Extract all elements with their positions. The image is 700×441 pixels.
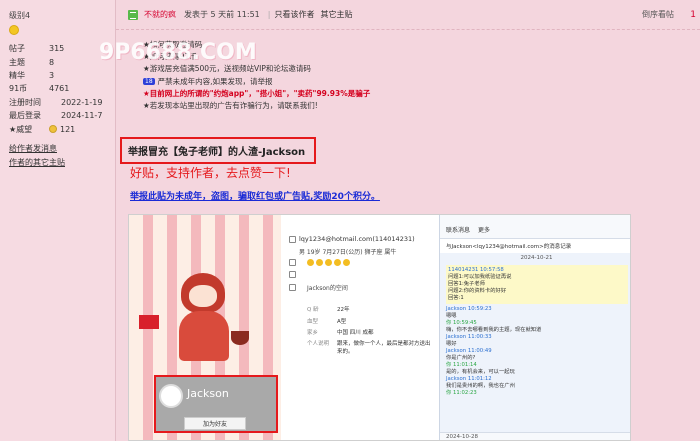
chat-title: 与Jackson<lqy1234@hotmail.com>的消息记录 [440,239,630,253]
user-icon [289,236,296,243]
tab-messages[interactable]: 联系消息 [446,225,470,234]
post-icon [128,9,138,20]
badge-icon [289,259,296,266]
message-text: 我们是贵州的啊，我也在广州 [446,383,515,389]
age-18-badge: 18 [143,77,155,85]
add-friend-button[interactable]: 加为好友 [184,417,246,430]
bowl-icon [231,331,249,345]
message-author-link[interactable]: 给作者发消息 [9,143,57,154]
other-posts-link[interactable]: 其它主贴 [320,9,352,20]
message-sender: Jackson 11:01:12 [446,376,492,382]
message-text: 是的，有机会来，可以一起玩 [446,369,515,375]
message-sender: 你 11:01:14 [446,362,477,368]
profile-cover-image: Jackson 加为好友 [129,215,281,440]
post-image: Jackson 加为好友 lqy1234@hotmail.com(1140142… [128,214,631,441]
level-icons [307,259,352,266]
notice-item: 18 严禁未成年内容,如果发现，请举报 [143,76,273,86]
message-text: 你是广州的? [446,355,476,361]
chat-date: 2024-10-21 [520,255,553,261]
user-level: 级别4 [9,11,31,20]
photo-icon [289,271,296,278]
message-text: 嗨，你不去哪看到我的主题，现在就知道 [446,327,542,333]
reverse-order-link[interactable]: 倒序看帖 [642,9,674,20]
sun-icon [307,259,314,266]
chat-messages: 114014231 10:57:58 问题1:可以加我纸验证再说 回答1:兔子老… [446,265,628,397]
site-watermark: 9P6688.COM [99,40,257,65]
user-stats: 帖子 315 主题 8 精华 3 91币 4761 注册时间 2022-1-19… [9,42,113,136]
message-text: 嗯嗯 [446,313,457,319]
stat-prestige: ★威望 121 [9,124,76,134]
thread-title: 举报冒充【兔子老师】的人渣-Jackson [120,137,316,164]
stat-posts: 帖子 315 [9,44,65,54]
moon-icon [325,259,332,266]
star-icon [343,259,350,266]
coin-icon [49,125,57,134]
red-envelope-icon [139,315,159,329]
profile-name: Jackson [187,387,229,400]
separator: | [267,10,271,19]
stat-coins: 91币 4761 [9,84,70,94]
post-header: 不就的疯 发表于 5 天前 11:51 | 只看该作者 其它主贴 倒序看帖 1 [116,0,700,30]
profile-basic-info: 男 19岁 7月27日(公历) 狮子座 属牛 [299,249,397,256]
author-other-posts-link[interactable]: 作者的其它主贴 [9,157,65,168]
notice-item: ★若发现本站里出现的广告有诈骗行为，请联系我们! [143,101,318,111]
smile-icon [9,25,19,35]
support-author-text[interactable]: 好贴，支持作者，去点赞一下! [130,164,291,181]
user-info-column: 级别4 帖子 315 主题 8 精华 3 91币 4761 注册时间 2022-… [0,0,116,441]
stat-last-login: 最后登录 2024-11-7 [9,111,103,121]
floor-number: 1 [690,9,696,20]
avatar [159,384,183,408]
stat-digest: 精华 3 [9,70,55,80]
space-icon [289,284,296,291]
message-sender: Jackson 11:00:49 [446,348,492,354]
tab-more[interactable]: 更多 [478,225,490,234]
message-sender: 你 10:59:45 [446,320,477,326]
stat-registered: 注册时间 2022-1-19 [9,97,103,107]
chat-history-panel: 联系消息 更多 与Jackson<lqy1234@hotmail.com>的消息… [439,215,630,440]
illustration-body [179,311,229,361]
chat-footer-date: 2024-10-28 [440,432,630,440]
message-sender: 你 11:02:23 [446,390,477,396]
report-link[interactable]: 举报此贴为未成年，盗图，骗取红包或广告贴,奖励20个积分。 [130,189,380,202]
message-sender: Jackson 11:00:33 [446,334,492,340]
post-time: 发表于 5 天前 11:51 [184,10,260,19]
highlighted-message: 114014231 10:57:58 问题1:可以加我纸验证再说 回答1:兔子老… [446,265,628,304]
profile-space-link[interactable]: Jackson的空间 [307,283,348,292]
chat-tabs: 联系消息 更多 [440,215,630,239]
illustration-face [189,285,217,307]
notice-item-warning: ★目前网上的所谓的"约炮app"，"搭小姐"，"卖药"99.93%是骗子 [143,88,371,98]
profile-card: Jackson 加为好友 [154,375,278,433]
message-text: 嗯好 [446,341,457,347]
message-sender: Jackson 10:59:23 [446,306,492,312]
stat-topics: 主题 8 [9,57,55,67]
profile-email: lqy1234@hotmail.com(114014231) [299,235,415,243]
sun-icon [316,259,323,266]
only-author-link[interactable]: 只看该作者 [274,9,314,20]
profile-details: lqy1234@hotmail.com(114014231) 男 19岁 7月2… [281,215,439,440]
moon-icon [334,259,341,266]
post-author[interactable]: 不就的疯 [144,9,176,20]
